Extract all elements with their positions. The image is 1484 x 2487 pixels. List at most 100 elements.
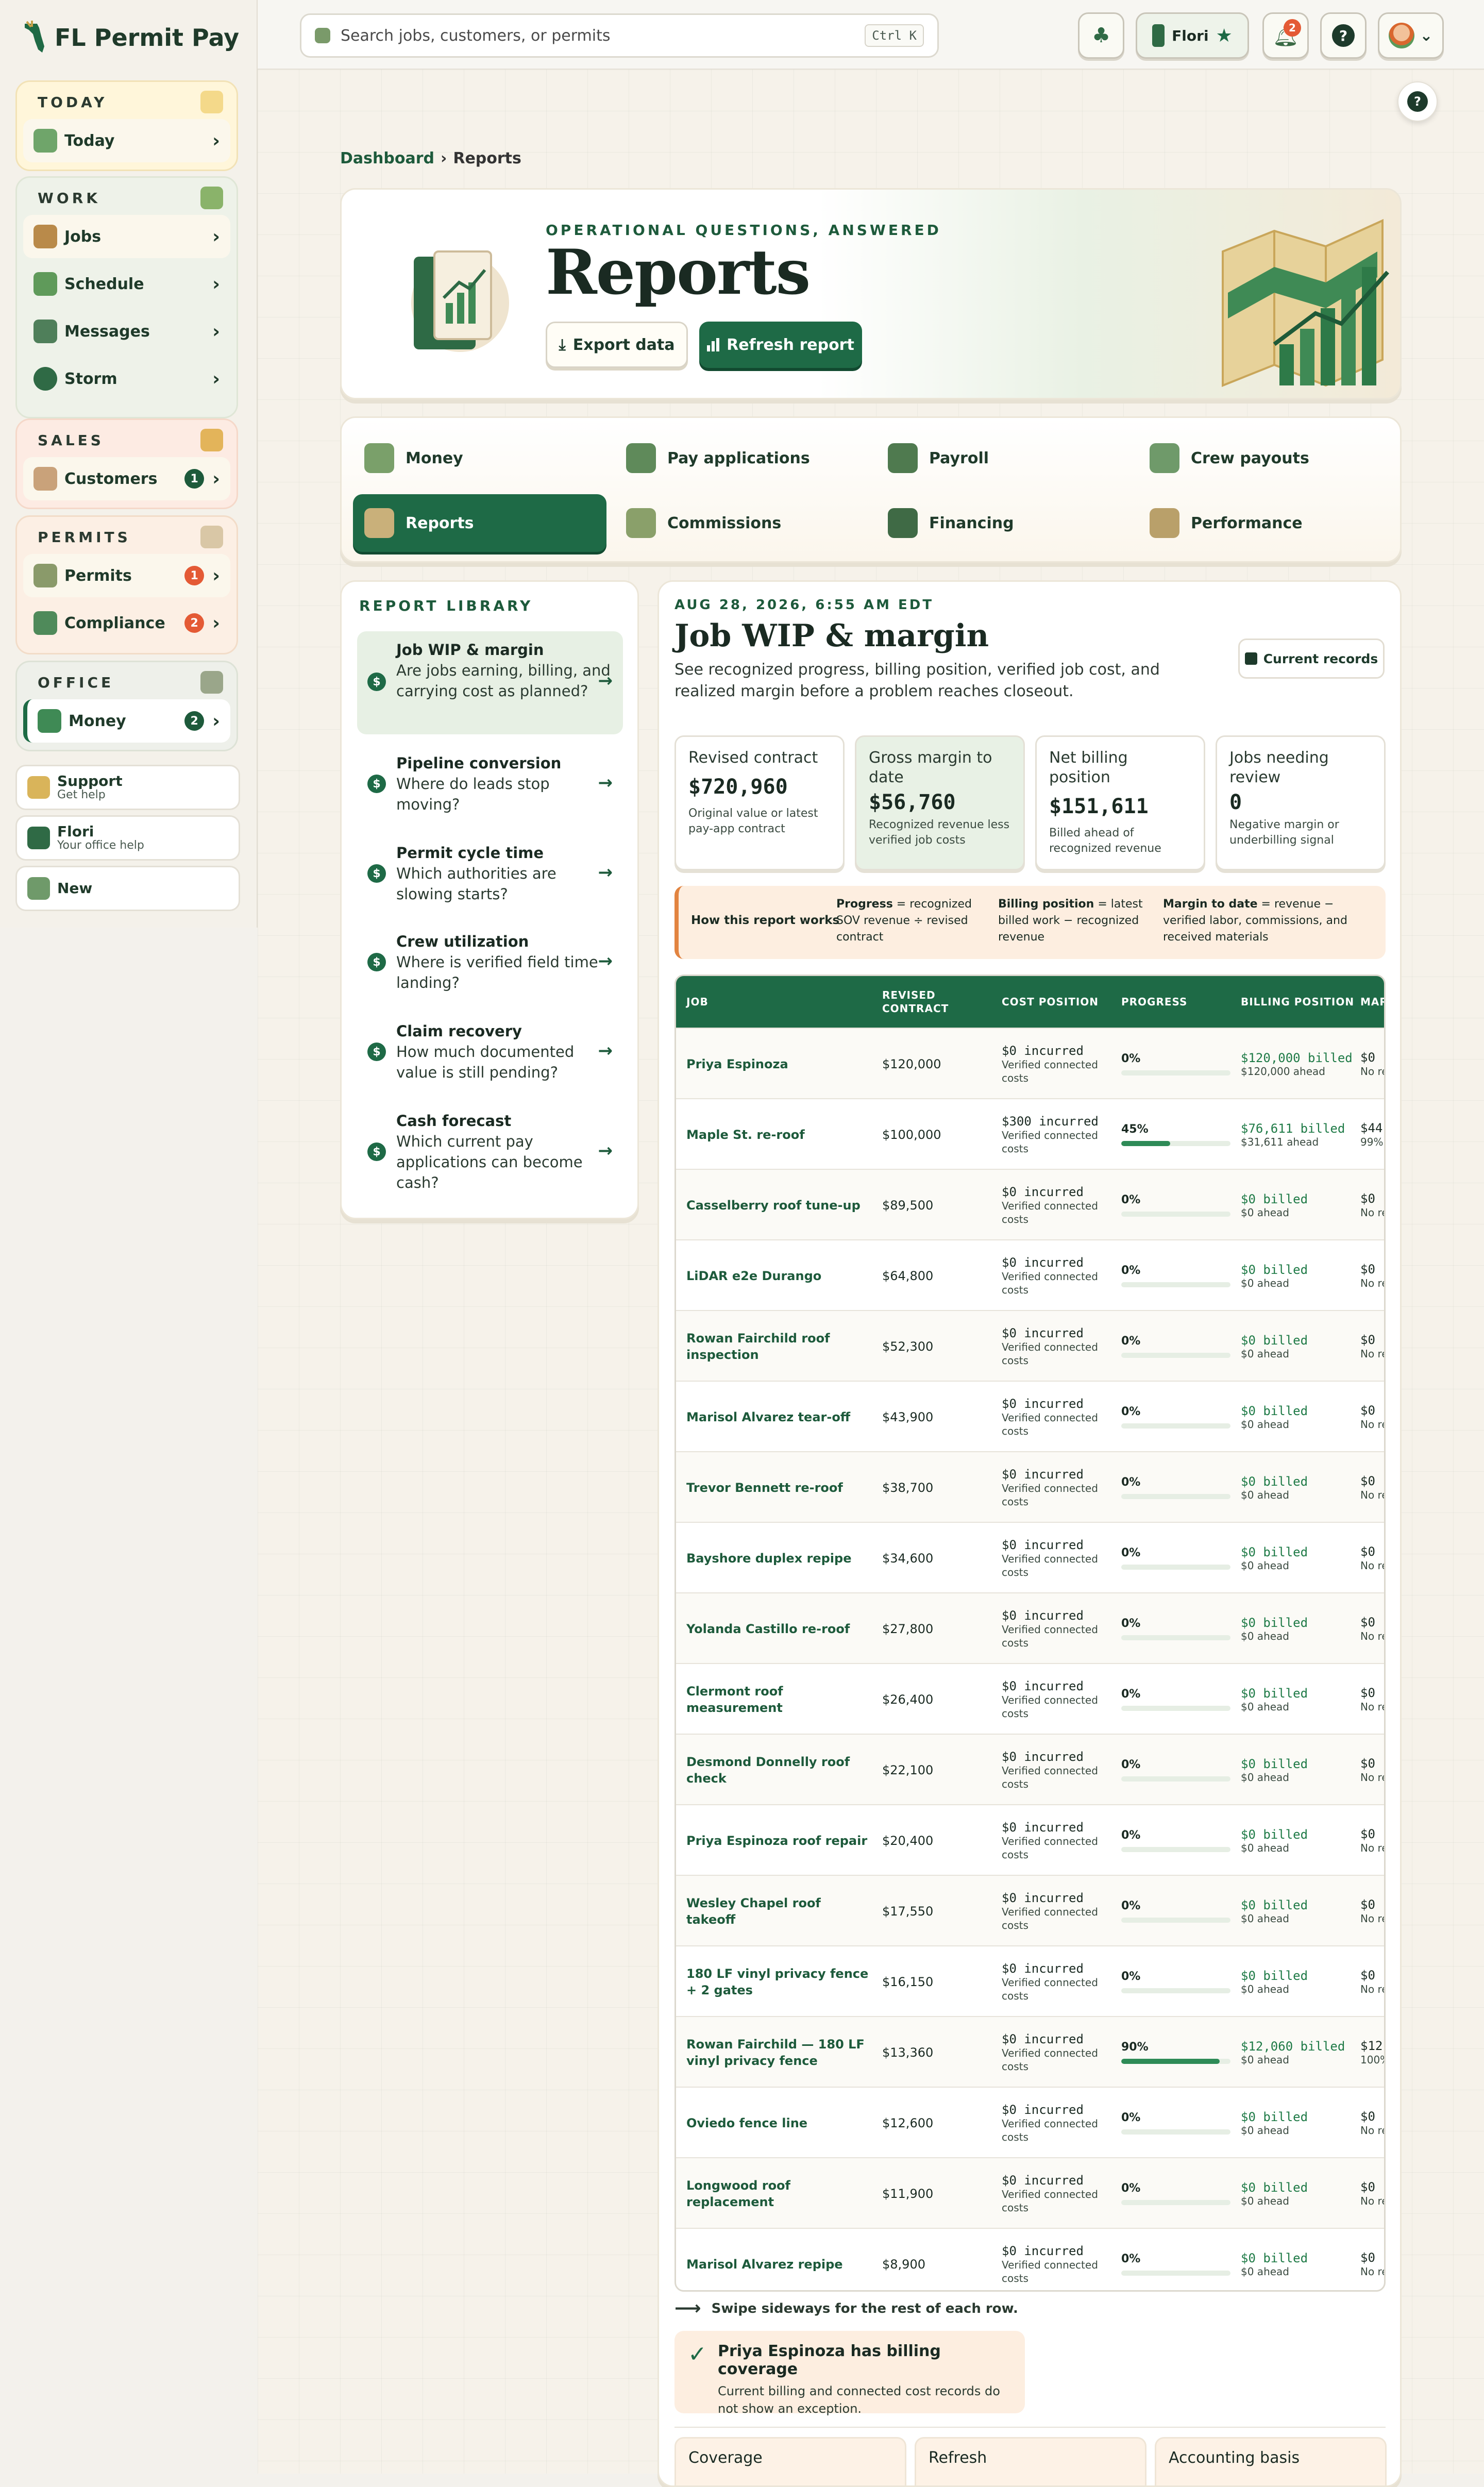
- table-row[interactable]: Maple St. re-roof $100,000 $300 incurred Ve…: [676, 1098, 1384, 1170]
- job-link[interactable]: Marisol Alvarez tear-off: [686, 1382, 872, 1452]
- ahead-amount: $0 ahead: [1241, 2194, 1289, 2207]
- table-row[interactable]: 180 LF vinyl privacy fence + 2 gates $16,…: [676, 1945, 1384, 2017]
- notifications-button[interactable]: 🔔︎ 2: [1262, 12, 1309, 59]
- job-link[interactable]: LiDAR e2e Durango: [686, 1240, 872, 1311]
- table-row[interactable]: Desmond Donnelly roof check $22,100 $0 inc…: [676, 1734, 1384, 1805]
- progress-bar: [1121, 1353, 1230, 1358]
- floating-help-button[interactable]: ?: [1397, 81, 1438, 122]
- tab-financing[interactable]: Financing: [876, 494, 1130, 552]
- job-link[interactable]: Priya Espinoza roof repair: [686, 1805, 872, 1876]
- dollar-icon: $: [367, 953, 386, 971]
- wip-table[interactable]: JOB REVISED CONTRACT COST POSITION PROGR…: [674, 974, 1386, 2292]
- revised-contract-cell: $52,300: [882, 1311, 933, 1382]
- table-row[interactable]: Marisol Alvarez tear-off $43,900 $0 incurr…: [676, 1381, 1384, 1452]
- job-name: Priya Espinoza roof repair: [686, 1833, 868, 1848]
- export-data-button[interactable]: ⤓ Export data: [546, 322, 688, 368]
- table-row[interactable]: Trevor Bennett re-roof $38,700 $0 incurred…: [676, 1451, 1384, 1523]
- job-link[interactable]: Maple St. re-roof: [686, 1099, 872, 1170]
- table-row[interactable]: Marisol Alvarez repipe $8,900 $0 incurred V…: [676, 2228, 1384, 2290]
- cost-incurred: $0 incurred: [1002, 1184, 1084, 1199]
- revised-contract-cell: $120,000: [882, 1029, 941, 1099]
- table-row[interactable]: Oviedo fence line $12,600 $0 incurred Verif…: [676, 2087, 1384, 2158]
- help-button[interactable]: ?: [1320, 12, 1367, 59]
- table-row[interactable]: Yolanda Castillo re-roof $27,800 $0 incurr…: [676, 1592, 1384, 1664]
- table-row[interactable]: Bayshore duplex repipe $34,600 $0 incurred…: [676, 1522, 1384, 1593]
- tab-reports[interactable]: Reports: [353, 494, 606, 552]
- sidebar-item-permits[interactable]: Permits 1 ›: [23, 554, 230, 597]
- margin-note: No re reven: [1360, 1700, 1384, 1713]
- sidebar-item-label: Money: [69, 712, 126, 730]
- job-link[interactable]: Casselberry roof tune-up: [686, 1170, 872, 1240]
- sidebar-item-storm[interactable]: Storm ›: [23, 357, 230, 400]
- report-library-item-claim-recovery[interactable]: $ Claim recovery How much documented val…: [357, 1013, 623, 1090]
- table-row[interactable]: Priya Espinoza $120,000 $0 incurred Verifie…: [676, 1028, 1384, 1099]
- job-link[interactable]: Marisol Alvarez repipe: [686, 2229, 872, 2290]
- report-library-item-job-wip[interactable]: $ Job WIP & margin Are jobs earning, bil…: [357, 631, 623, 734]
- job-link[interactable]: Longwood roof replacement: [686, 2158, 872, 2229]
- revised-contract-cell: $22,100: [882, 1735, 933, 1805]
- search-input[interactable]: [340, 26, 856, 45]
- table-row[interactable]: Longwood roof replacement $11,900 $0 incur…: [676, 2157, 1384, 2229]
- table-row[interactable]: LiDAR e2e Durango $64,800 $0 incurred Verif…: [676, 1239, 1384, 1311]
- job-link[interactable]: Rowan Fairchild roof inspection: [686, 1311, 872, 1382]
- sidebar-item-customers[interactable]: Customers 1 ›: [23, 457, 230, 500]
- current-records-button[interactable]: Current records: [1238, 638, 1385, 679]
- tab-crew-payouts[interactable]: Crew payouts: [1138, 429, 1392, 487]
- job-link[interactable]: Rowan Fairchild — 180 LF vinyl privacy f…: [686, 2017, 872, 2088]
- job-link[interactable]: Oviedo fence line: [686, 2088, 872, 2158]
- job-link[interactable]: Clermont roof measurement: [686, 1664, 872, 1735]
- tab-money[interactable]: Money: [353, 429, 606, 487]
- sidebar-link-support[interactable]: Support Get help: [15, 765, 240, 810]
- apps-button[interactable]: ♣: [1078, 12, 1124, 59]
- table-row[interactable]: Rowan Fairchild — 180 LF vinyl privacy f…: [676, 2016, 1384, 2088]
- job-link[interactable]: Yolanda Castillo re-roof: [686, 1593, 872, 1664]
- sidebar-link-new[interactable]: New: [15, 866, 240, 911]
- refresh-report-button[interactable]: Refresh report: [699, 322, 862, 368]
- table-row[interactable]: Rowan Fairchild roof inspection $52,300 $0…: [676, 1310, 1384, 1382]
- report-library-item-crew-utilization[interactable]: $ Crew utilization Where is verified fie…: [357, 923, 623, 1000]
- map-chart-illustration: [1222, 219, 1389, 387]
- margin-definition: Margin to date = revenue − verified labo…: [1163, 896, 1379, 946]
- cost-incurred: $0 incurred: [1002, 1467, 1084, 1482]
- job-link[interactable]: Trevor Bennett re-roof: [686, 1452, 872, 1523]
- app-brand[interactable]: FL Permit Pay: [22, 21, 239, 55]
- report-library-item-pipeline[interactable]: $ Pipeline conversion Where do leads sto…: [357, 745, 623, 822]
- sidebar-item-messages[interactable]: Messages ›: [23, 310, 230, 353]
- flori-assistant-button[interactable]: Flori ★: [1136, 12, 1249, 59]
- breadcrumb-home-link[interactable]: Dashboard: [340, 149, 434, 167]
- job-link[interactable]: Wesley Chapel roof takeoff: [686, 1876, 872, 1946]
- sidebar-item-label: Schedule: [64, 275, 144, 293]
- sidebar-item-compliance[interactable]: Compliance 2 ›: [23, 601, 230, 645]
- tab-commissions[interactable]: Commissions: [615, 494, 868, 552]
- tab-pay-applications[interactable]: Pay applications: [615, 429, 868, 487]
- job-link[interactable]: Desmond Donnelly roof check: [686, 1735, 872, 1805]
- sidebar-item-money[interactable]: Money 2 ›: [23, 699, 230, 743]
- question-icon: ?: [1407, 91, 1428, 112]
- button-label: Current records: [1263, 651, 1378, 666]
- sidebar-link-flori[interactable]: Flori Your office help: [15, 815, 240, 861]
- sidebar-item-schedule[interactable]: Schedule ›: [23, 262, 230, 306]
- cost-incurred: $0 incurred: [1002, 1749, 1084, 1764]
- job-link[interactable]: 180 LF vinyl privacy fence + 2 gates: [686, 1946, 872, 2017]
- cost-incurred: $0 incurred: [1002, 1537, 1084, 1552]
- billed-amount: $0 billed: [1241, 1191, 1308, 1206]
- sidebar-item-jobs[interactable]: Jobs ›: [23, 215, 230, 258]
- sidebar-item-today[interactable]: Today ›: [23, 119, 230, 162]
- job-link[interactable]: Bayshore duplex repipe: [686, 1523, 872, 1593]
- refresh-card: Refresh: [915, 2437, 1146, 2485]
- search-icon: [315, 28, 330, 43]
- tab-performance[interactable]: Performance: [1138, 494, 1392, 552]
- billed-amount: $0 billed: [1241, 2109, 1308, 2124]
- table-row[interactable]: Clermont roof measurement $26,400 $0 incur…: [676, 1663, 1384, 1735]
- progress-value: 0%: [1121, 1194, 1141, 1206]
- report-library-item-permit-cycle[interactable]: $ Permit cycle time Which authorities ar…: [357, 834, 623, 912]
- table-row[interactable]: Priya Espinoza roof repair $20,400 $0 incu…: [676, 1804, 1384, 1876]
- dollar-icon: $: [367, 673, 386, 691]
- report-library-item-cash-forecast[interactable]: $ Cash forecast Which current pay applic…: [357, 1102, 623, 1200]
- job-link[interactable]: Priya Espinoza: [686, 1029, 872, 1099]
- tab-payroll[interactable]: Payroll: [876, 429, 1130, 487]
- search-box[interactable]: Ctrl K: [300, 13, 939, 58]
- account-menu-button[interactable]: ⌄: [1378, 12, 1444, 59]
- table-row[interactable]: Casselberry roof tune-up $89,500 $0 incurr…: [676, 1169, 1384, 1240]
- table-row[interactable]: Wesley Chapel roof takeoff $17,550 $0 incu…: [676, 1875, 1384, 1946]
